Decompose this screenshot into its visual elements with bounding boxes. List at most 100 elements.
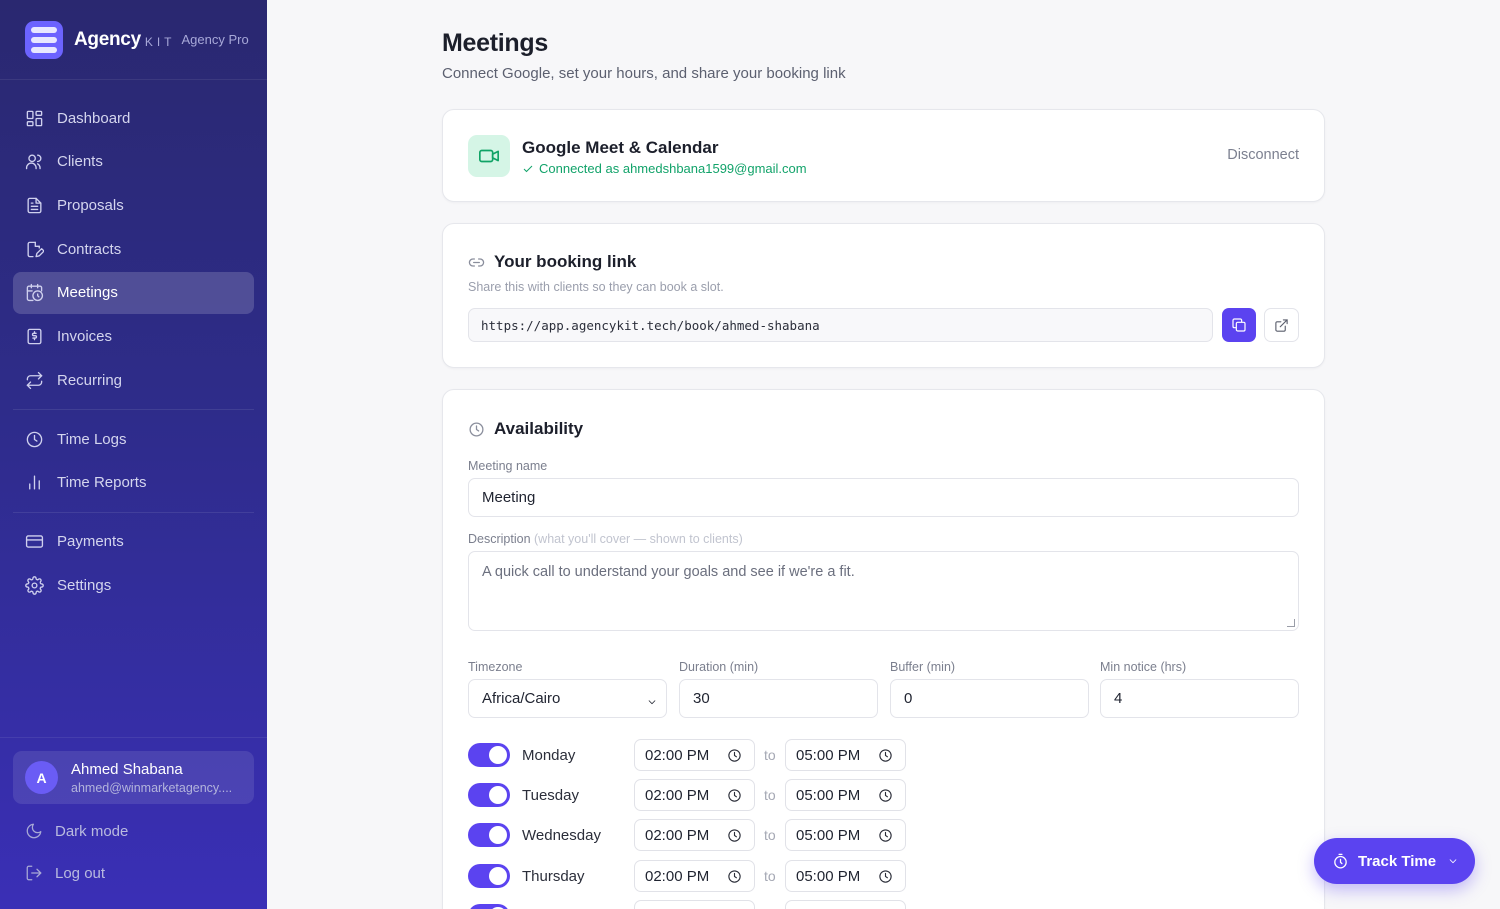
resize-handle-icon[interactable] xyxy=(1287,619,1295,627)
day-toggle[interactable] xyxy=(468,904,510,909)
start-time-input[interactable]: 02:00 PM xyxy=(634,739,755,771)
user-name: Ahmed Shabana xyxy=(71,760,183,778)
end-time: 05:00 PM xyxy=(796,786,861,804)
video-camera-icon xyxy=(468,135,510,177)
contract-icon xyxy=(27,241,44,257)
clock-icon xyxy=(728,749,741,762)
sidebar-item-payments[interactable]: Payments xyxy=(13,521,254,563)
external-link-icon xyxy=(1275,318,1288,332)
brand-kit: KIT xyxy=(144,34,176,49)
day-toggle[interactable] xyxy=(468,823,510,847)
sidebar: Agency KIT Agency Pro Dashboard Clients … xyxy=(0,0,267,909)
day-row-monday: Monday 02:00 PM to 05:00 PM xyxy=(468,739,906,771)
start-time: 02:00 PM xyxy=(645,746,710,764)
start-time-input[interactable]: 02:00 PM xyxy=(634,819,755,851)
sidebar-item-recurring[interactable]: Recurring xyxy=(13,359,254,401)
duration-input[interactable]: 30 xyxy=(679,679,878,718)
dark-mode-toggle[interactable]: Dark mode xyxy=(25,822,128,840)
day-name: Thursday xyxy=(522,867,585,885)
sidebar-item-label: Time Reports xyxy=(57,474,147,492)
disconnect-button[interactable]: Disconnect xyxy=(1227,147,1299,163)
user-card[interactable]: A Ahmed Shabana ahmed@winmarketagency...… xyxy=(13,751,254,804)
open-link-button[interactable] xyxy=(1264,308,1299,342)
clock-icon xyxy=(879,870,892,883)
day-toggle[interactable] xyxy=(468,864,510,888)
track-time-button[interactable]: Track Time xyxy=(1314,838,1475,884)
logout-icon xyxy=(26,865,42,881)
day-toggle[interactable] xyxy=(468,743,510,767)
sidebar-item-label: Payments xyxy=(57,533,124,551)
start-time-input[interactable]: 02:00 PM xyxy=(634,779,755,811)
avatar: A xyxy=(25,761,58,794)
day-row-wednesday: Wednesday 02:00 PM to 05:00 PM xyxy=(468,819,906,851)
logout-button[interactable]: Log out xyxy=(25,864,105,882)
to-label: to xyxy=(764,827,776,843)
page-title: Meetings xyxy=(442,29,548,57)
start-time-input[interactable] xyxy=(634,900,755,909)
brand-plan: Agency Pro xyxy=(181,32,249,47)
meeting-name-input[interactable]: Meeting xyxy=(468,478,1299,517)
day-row-thursday: Thursday 02:00 PM to 05:00 PM xyxy=(468,860,906,892)
end-time-input[interactable]: 05:00 PM xyxy=(785,779,906,811)
sidebar-item-proposals[interactable]: Proposals xyxy=(13,184,254,226)
sidebar-item-label: Recurring xyxy=(57,371,123,389)
duration-label: Duration (min) xyxy=(679,660,759,674)
clock-icon xyxy=(879,789,892,802)
brand[interactable]: Agency KIT Agency Pro xyxy=(0,0,267,80)
end-time-input[interactable]: 05:00 PM xyxy=(785,819,906,851)
logout-label: Log out xyxy=(55,864,106,882)
clock-icon xyxy=(879,749,892,762)
day-toggle[interactable] xyxy=(468,783,510,807)
users-icon xyxy=(25,154,42,170)
dashboard-icon xyxy=(26,110,43,126)
sidebar-item-label: Clients xyxy=(57,153,103,171)
end-time-input[interactable] xyxy=(785,900,906,909)
sidebar-item-label: Dashboard xyxy=(57,109,131,127)
description-textarea[interactable]: A quick call to understand your goals an… xyxy=(468,551,1299,631)
sidebar-item-dashboard[interactable]: Dashboard xyxy=(13,97,254,139)
day-row-partial xyxy=(468,900,906,909)
user-email: ahmed@winmarketagency.... xyxy=(71,780,233,795)
clock-icon xyxy=(728,829,741,842)
end-time: 05:00 PM xyxy=(796,746,861,764)
min-notice-label: Min notice (hrs) xyxy=(1100,660,1187,674)
sidebar-item-contracts[interactable]: Contracts xyxy=(13,228,254,270)
buffer-input[interactable]: 0 xyxy=(890,679,1089,718)
google-title: Google Meet & Calendar xyxy=(522,138,719,157)
start-time: 02:00 PM xyxy=(645,867,710,885)
sidebar-item-meetings[interactable]: Meetings xyxy=(13,271,254,314)
sidebar-item-clients[interactable]: Clients xyxy=(13,141,254,183)
to-label: to xyxy=(764,787,776,803)
timezone-label: Timezone xyxy=(468,660,523,674)
page-subtitle: Connect Google, set your hours, and shar… xyxy=(442,65,846,82)
min-notice-input[interactable]: 4 xyxy=(1100,679,1299,718)
end-time-input[interactable]: 05:00 PM xyxy=(785,739,906,771)
sidebar-item-time-logs[interactable]: Time Logs xyxy=(13,418,254,460)
end-time-input[interactable]: 05:00 PM xyxy=(785,860,906,892)
brand-logo-icon xyxy=(25,20,63,59)
booking-link-hint: Share this with clients so they can book… xyxy=(468,280,724,294)
copy-icon xyxy=(1232,318,1246,332)
nav-divider xyxy=(13,511,254,513)
stopwatch-icon xyxy=(1334,853,1347,869)
sidebar-item-invoices[interactable]: Invoices xyxy=(13,315,254,357)
chevron-down-icon xyxy=(647,694,656,705)
clock-icon xyxy=(728,870,741,883)
copy-link-button[interactable] xyxy=(1222,308,1256,342)
bar-chart-icon xyxy=(29,475,40,490)
day-name: Monday xyxy=(522,746,576,764)
sidebar-item-time-reports[interactable]: Time Reports xyxy=(13,462,254,504)
gear-icon xyxy=(25,576,44,595)
start-time: 02:00 PM xyxy=(645,786,710,804)
timezone-select[interactable]: Africa/Cairo xyxy=(468,679,667,718)
availability-title: Availability xyxy=(494,419,584,438)
sidebar-nav: Dashboard Clients Proposals Contracts Me… xyxy=(0,80,267,607)
dark-mode-label: Dark mode xyxy=(55,822,129,840)
booking-url-field[interactable]: https://app.agencykit.tech/book/ahmed-sh… xyxy=(468,308,1213,342)
sidebar-item-settings[interactable]: Settings xyxy=(13,565,254,607)
start-time-input[interactable]: 02:00 PM xyxy=(634,860,755,892)
google-status: Connected as ahmedshbana1599@gmail.com xyxy=(522,161,807,176)
meeting-name-label: Meeting name xyxy=(468,459,548,473)
end-time: 05:00 PM xyxy=(796,867,861,885)
booking-link-title: Your booking link xyxy=(494,252,637,271)
